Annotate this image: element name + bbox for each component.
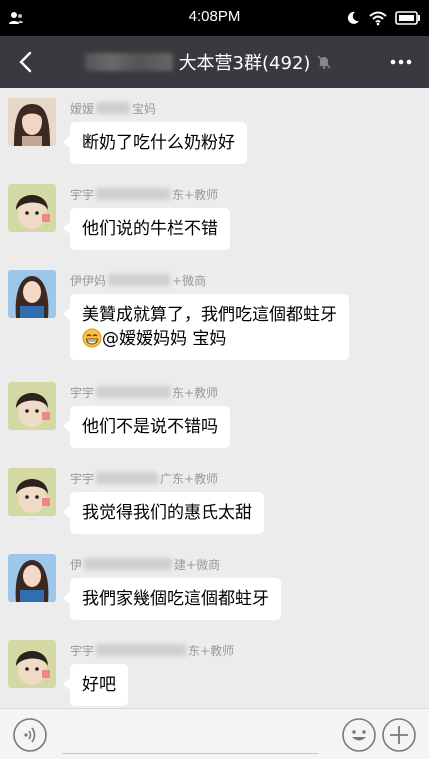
wifi-icon (369, 11, 387, 26)
message-text: 断奶了吃什么奶粉好 (82, 133, 235, 153)
sender-name: 伊伊妈 +微商 (70, 273, 207, 288)
avatar[interactable] (8, 554, 56, 602)
avatar[interactable] (8, 184, 56, 232)
sender-name: 宇宇 东+教师 (70, 187, 219, 202)
battery-icon (395, 11, 420, 25)
message-list[interactable]: 嫒嫒 宝妈 断奶了吃什么奶粉好 宇宇 东+教师 他们说的牛栏不错 伊伊妈 +微商… (0, 88, 429, 708)
avatar[interactable] (8, 382, 56, 430)
message-bubble[interactable]: 他们不是说不错吗 (63, 406, 230, 448)
sender-name: 宇宇 东+教师 (70, 643, 235, 658)
moon-icon (347, 11, 359, 24)
message-text: 美贊成就算了，我們吃這個都蛀牙 (82, 305, 337, 325)
sender-name: 宇宇 广东+教师 (70, 471, 219, 486)
status-bar: 4:08PM (0, 0, 429, 36)
bell-off-icon (317, 55, 331, 69)
message-text: 他们说的牛栏不错 (82, 219, 218, 239)
avatar[interactable] (8, 98, 56, 146)
message-bubble[interactable]: 我們家幾個吃這個都蛀牙 (63, 578, 281, 620)
blurred-text (96, 644, 187, 656)
sender-name: 宇宇 东+教师 (70, 385, 219, 400)
chat-title-area: 大本营3群(492) (48, 36, 369, 88)
blurred-text (96, 102, 131, 114)
back-icon[interactable] (12, 48, 40, 76)
plus-icon[interactable] (381, 717, 417, 753)
blurred-text (96, 188, 171, 200)
blurred-text (96, 472, 159, 484)
blurred-group-name (84, 53, 173, 71)
avatar[interactable] (8, 270, 56, 318)
message-text: 我們家幾個吃這個都蛀牙 (82, 589, 269, 609)
avatar[interactable] (8, 640, 56, 688)
message-bubble[interactable]: 断奶了吃什么奶粉好 (63, 122, 247, 164)
message-text-line2: @嫒嫒妈妈 宝妈 (82, 327, 337, 351)
blurred-text (108, 274, 171, 286)
chat-title: 大本营3群(492) (178, 53, 311, 74)
message-bubble[interactable]: 好吧 (63, 664, 128, 706)
message-text: 他们不是说不错吗 (82, 417, 218, 437)
input-bar (0, 708, 429, 759)
sender-name: 嫒嫒 宝妈 (70, 101, 157, 116)
grin-icon (82, 328, 102, 348)
message-bubble[interactable]: 美贊成就算了，我們吃這個都蛀牙 @嫒嫒妈妈 宝妈 (63, 294, 349, 360)
message-text: 我觉得我们的惠氏太甜 (82, 503, 252, 523)
chat-header: 大本营3群(492) (0, 36, 429, 88)
sender-name: 伊 建+微商 (70, 557, 221, 572)
message-input[interactable] (62, 753, 319, 754)
voice-icon[interactable] (12, 717, 48, 753)
emoji-icon[interactable] (341, 717, 377, 753)
message-text: 好吧 (82, 675, 116, 695)
avatar[interactable] (8, 468, 56, 516)
message-bubble[interactable]: 我觉得我们的惠氏太甜 (63, 492, 264, 534)
message-bubble[interactable]: 他们说的牛栏不错 (63, 208, 230, 250)
blurred-text (84, 558, 173, 570)
more-icon[interactable] (387, 50, 415, 74)
blurred-text (96, 386, 171, 398)
